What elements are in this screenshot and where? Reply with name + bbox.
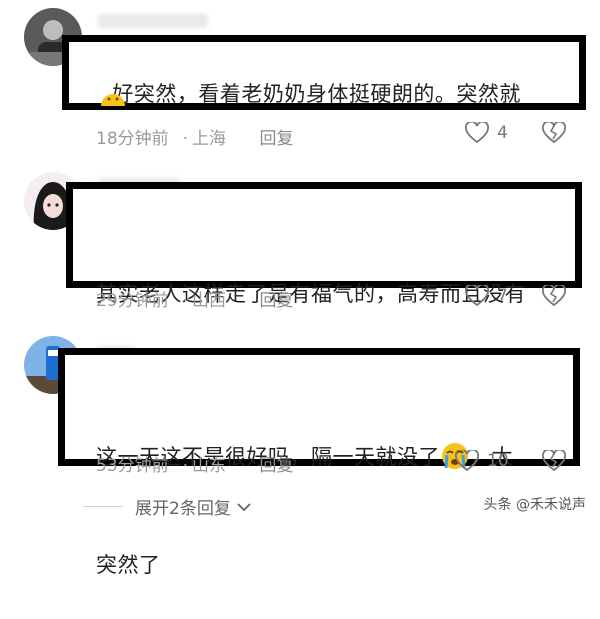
comment-text-line: 突然了: [96, 553, 161, 577]
comment-text: 好突然，看着老奶奶身体挺硬朗的。突然就: [98, 40, 521, 112]
like-button[interactable]: 4: [465, 122, 508, 144]
dislike-button[interactable]: [541, 285, 567, 307]
comment-text-line: 好突然，看着老奶奶身体挺硬朗的。突然就: [112, 82, 521, 106]
broken-heart-icon: [542, 285, 566, 307]
heart-icon: [465, 285, 489, 307]
expand-replies-button[interactable]: 展开2条回复: [83, 494, 251, 519]
username-blurred: [98, 14, 208, 28]
like-count: 7: [497, 286, 508, 306]
expand-replies-label: 展开2条回复: [135, 499, 231, 519]
like-button[interactable]: 7: [465, 285, 508, 307]
comment-location: 山东: [192, 456, 227, 476]
comment-location: 上海: [192, 129, 227, 149]
dislike-button[interactable]: [541, 450, 567, 472]
crying-face-icon: [98, 80, 128, 110]
dislike-button[interactable]: [541, 122, 567, 144]
comment-time: 29分钟前: [96, 291, 169, 311]
chevron-down-icon: [237, 502, 251, 511]
reply-button[interactable]: 回复: [259, 291, 293, 311]
like-count: 4: [497, 123, 508, 143]
watermark: 头条 @禾禾说声: [483, 497, 586, 513]
like-button[interactable]: 10: [455, 450, 509, 472]
comment-meta: 53分钟前 · 山东 回复: [96, 456, 294, 476]
broken-heart-icon: [542, 122, 566, 144]
comment-time: 18分钟前: [96, 129, 169, 149]
reply-button[interactable]: 回复: [259, 129, 293, 149]
heart-icon: [455, 450, 479, 472]
divider: [83, 506, 123, 507]
heart-icon: [465, 122, 489, 144]
comment-time: 53分钟前: [96, 456, 169, 476]
broken-heart-icon: [542, 450, 566, 472]
comment-text: 这一天这不是很好吗，隔一天就没了 ，太 突然了: [96, 367, 513, 619]
comment-meta: 18分钟前 · 上海 回复: [96, 129, 294, 149]
reply-button[interactable]: 回复: [259, 456, 293, 476]
comment-meta: 29分钟前 · 山西 回复: [96, 291, 294, 311]
comment-location: 山西: [192, 291, 227, 311]
like-count: 10: [487, 451, 509, 471]
